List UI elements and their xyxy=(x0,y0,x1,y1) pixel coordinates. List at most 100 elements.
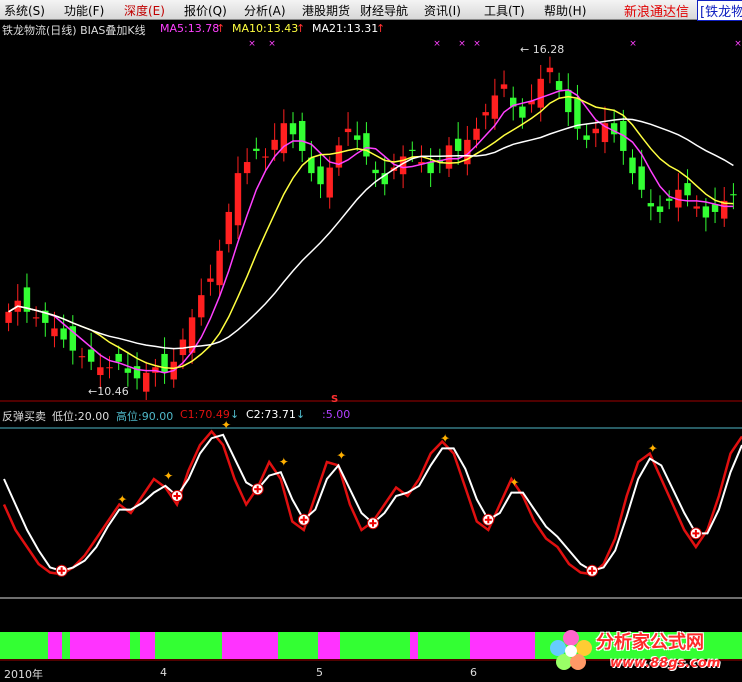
candle-body xyxy=(500,84,508,89)
c2-line xyxy=(3,433,742,572)
candle-body xyxy=(124,368,132,373)
sell-x-mark: × xyxy=(268,39,276,49)
candle-body xyxy=(629,157,636,174)
indicator-low: 低位:20.00 xyxy=(52,410,110,423)
band-segment xyxy=(130,632,140,659)
candle-body xyxy=(161,353,168,373)
candle-body xyxy=(445,145,453,169)
candle-body xyxy=(482,112,489,116)
candle-body xyxy=(78,356,86,358)
date-month-6: 6 xyxy=(470,666,477,679)
candle-body xyxy=(289,123,297,135)
candle-body xyxy=(253,148,260,151)
signal-marks: ✦✦✦✦ ✦✦✦✦ xyxy=(55,418,702,577)
candle-body xyxy=(638,166,645,190)
candle-body xyxy=(473,128,480,140)
indicator-name: 反弹买卖 xyxy=(2,410,46,423)
site-logo: 分析家公式网 www.88gs.com xyxy=(546,624,742,680)
runner-icon: ✦ xyxy=(648,442,658,456)
candle-body xyxy=(427,162,434,174)
moving-averages: × × × × × × × xyxy=(8,39,742,374)
sell-signal-mark: S xyxy=(331,394,339,405)
band-segment xyxy=(155,632,222,659)
candle-body xyxy=(298,120,306,151)
candle-body xyxy=(363,133,370,157)
candle-body xyxy=(693,206,700,209)
candle-body xyxy=(730,194,737,196)
sell-x-mark: × xyxy=(248,39,256,49)
candle-body xyxy=(317,166,324,185)
flower-logo-icon xyxy=(550,630,592,670)
runner-icon: ✦ xyxy=(336,448,346,462)
c2-arrow-icon: ↓ xyxy=(296,408,306,421)
band-segment xyxy=(318,632,340,659)
candle-body xyxy=(702,206,710,218)
chart-canvas[interactable]: × × × × × × × ✦✦✦✦ ✦✦✦✦ xyxy=(0,0,742,680)
candle-body xyxy=(565,89,572,113)
band-segment xyxy=(278,632,318,659)
sell-x-mark: × xyxy=(473,39,481,49)
sell-x-mark: × xyxy=(458,39,466,49)
candle-body xyxy=(87,349,95,362)
indicator-c2: C2:73.71 xyxy=(246,408,296,421)
candle-body xyxy=(647,203,655,207)
sell-x-mark: × xyxy=(629,39,637,49)
sell-x-mark: × xyxy=(433,39,441,49)
candle-body xyxy=(592,128,599,134)
candle-body xyxy=(326,167,333,198)
candle-body xyxy=(51,328,58,337)
candle-body xyxy=(354,135,361,140)
low-price-label: ←10.46 xyxy=(88,385,129,398)
candle-body xyxy=(60,328,67,340)
candle-body xyxy=(519,106,526,118)
candle-body xyxy=(32,317,40,319)
candle-body xyxy=(344,128,352,133)
candle-body xyxy=(491,95,499,119)
indicator-extra: :5.00 xyxy=(322,408,351,421)
candle-body xyxy=(665,198,673,201)
band-segment xyxy=(222,632,278,659)
band-segment xyxy=(140,632,155,659)
runner-icon: ✦ xyxy=(163,469,173,483)
logo-url: www.88gs.com xyxy=(610,656,721,671)
candle-body xyxy=(243,162,251,174)
candle-body xyxy=(5,311,12,323)
logo-title: 分析家公式网 xyxy=(596,632,704,653)
indicator-series xyxy=(2,429,742,576)
band-segment xyxy=(70,632,130,659)
band-segment xyxy=(410,632,418,659)
band-segment xyxy=(48,632,62,659)
band-segment xyxy=(470,632,535,659)
date-month-4: 4 xyxy=(160,666,167,679)
sell-x-mark: × xyxy=(734,39,742,49)
candle-body xyxy=(225,211,232,245)
candle-body xyxy=(409,149,416,151)
candle-body xyxy=(656,206,664,212)
candle-body xyxy=(546,67,554,73)
runner-icon: ✦ xyxy=(279,455,289,469)
candle-body xyxy=(454,138,462,151)
candle-body xyxy=(684,183,691,196)
high-price-label: ← 16.28 xyxy=(520,43,565,56)
candle-body xyxy=(537,78,544,108)
band-segment xyxy=(62,632,70,659)
date-month-5: 5 xyxy=(316,666,323,679)
runner-icon: ✦ xyxy=(440,431,450,445)
candle-body xyxy=(207,278,214,282)
indicator-c1: C1:70.49 xyxy=(180,408,230,421)
c1-arrow-icon: ↓ xyxy=(230,408,240,421)
band-segment xyxy=(0,632,48,659)
candle-body xyxy=(271,139,278,150)
runner-icon: ✦ xyxy=(509,476,519,490)
candle-body xyxy=(234,173,242,226)
candle-body xyxy=(262,156,269,158)
band-segment xyxy=(340,632,410,659)
indicator-high: 高位:90.00 xyxy=(116,410,174,423)
candle-body xyxy=(372,169,379,174)
candle-body xyxy=(216,250,223,286)
candle-body xyxy=(583,135,590,140)
runner-icon: ✦ xyxy=(117,493,127,507)
candle-body xyxy=(198,295,205,318)
candle-body xyxy=(555,81,563,90)
candle-body xyxy=(143,372,150,392)
